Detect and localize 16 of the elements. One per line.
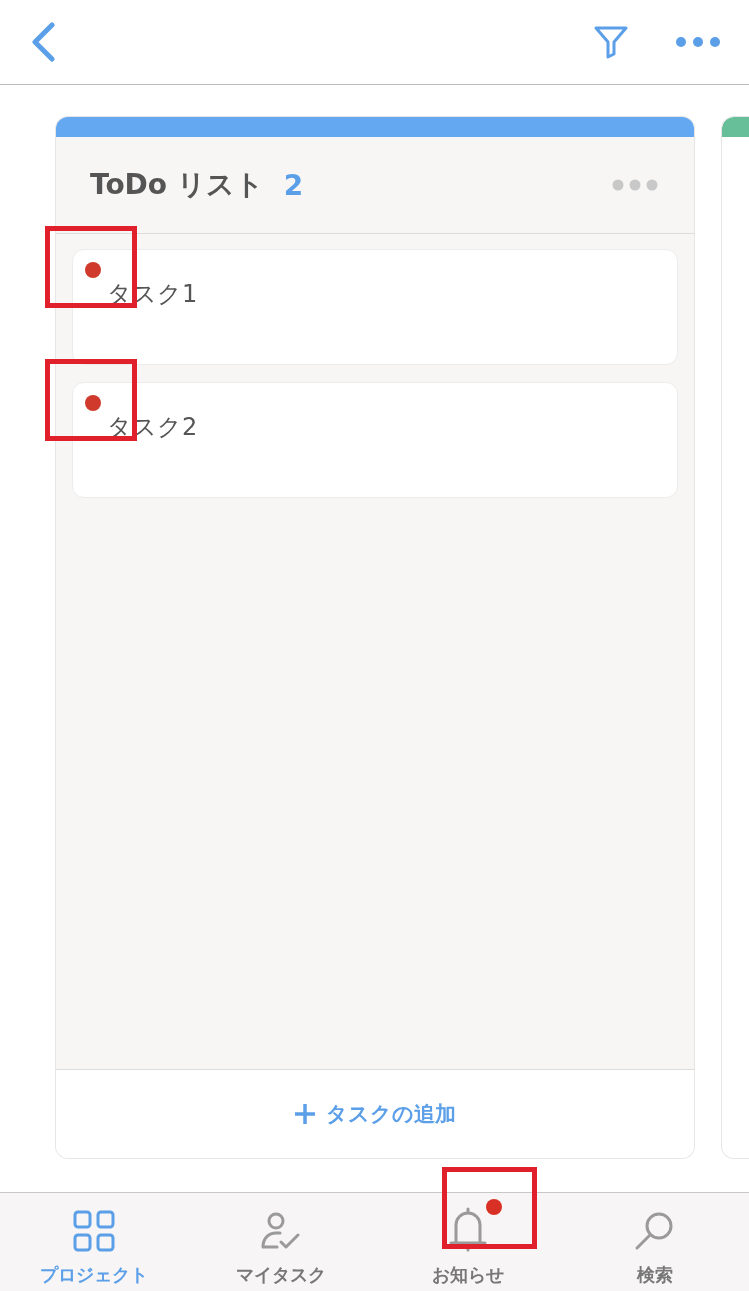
back-icon[interactable]: [30, 22, 56, 62]
column-title: ToDo リスト: [90, 167, 264, 203]
tab-bar-item[interactable]: お知らせ: [374, 1193, 562, 1291]
task-count: 2: [283, 168, 304, 202]
bell-icon: [448, 1205, 489, 1253]
tab-bar-item[interactable]: プロジェクト: [0, 1193, 188, 1291]
tab-bar-item[interactable]: 検索: [561, 1193, 749, 1291]
status-dot: [85, 262, 101, 278]
more-icon[interactable]: [675, 36, 721, 48]
tab-bar-item[interactable]: マイタスク: [187, 1193, 375, 1291]
more-icon[interactable]: [612, 179, 658, 191]
grid-icon: [71, 1209, 116, 1253]
status-dot: [85, 395, 101, 411]
add-task-button[interactable]: タスクの追加: [56, 1069, 694, 1158]
plus-icon: [294, 1103, 316, 1125]
filter-icon[interactable]: [593, 24, 629, 60]
